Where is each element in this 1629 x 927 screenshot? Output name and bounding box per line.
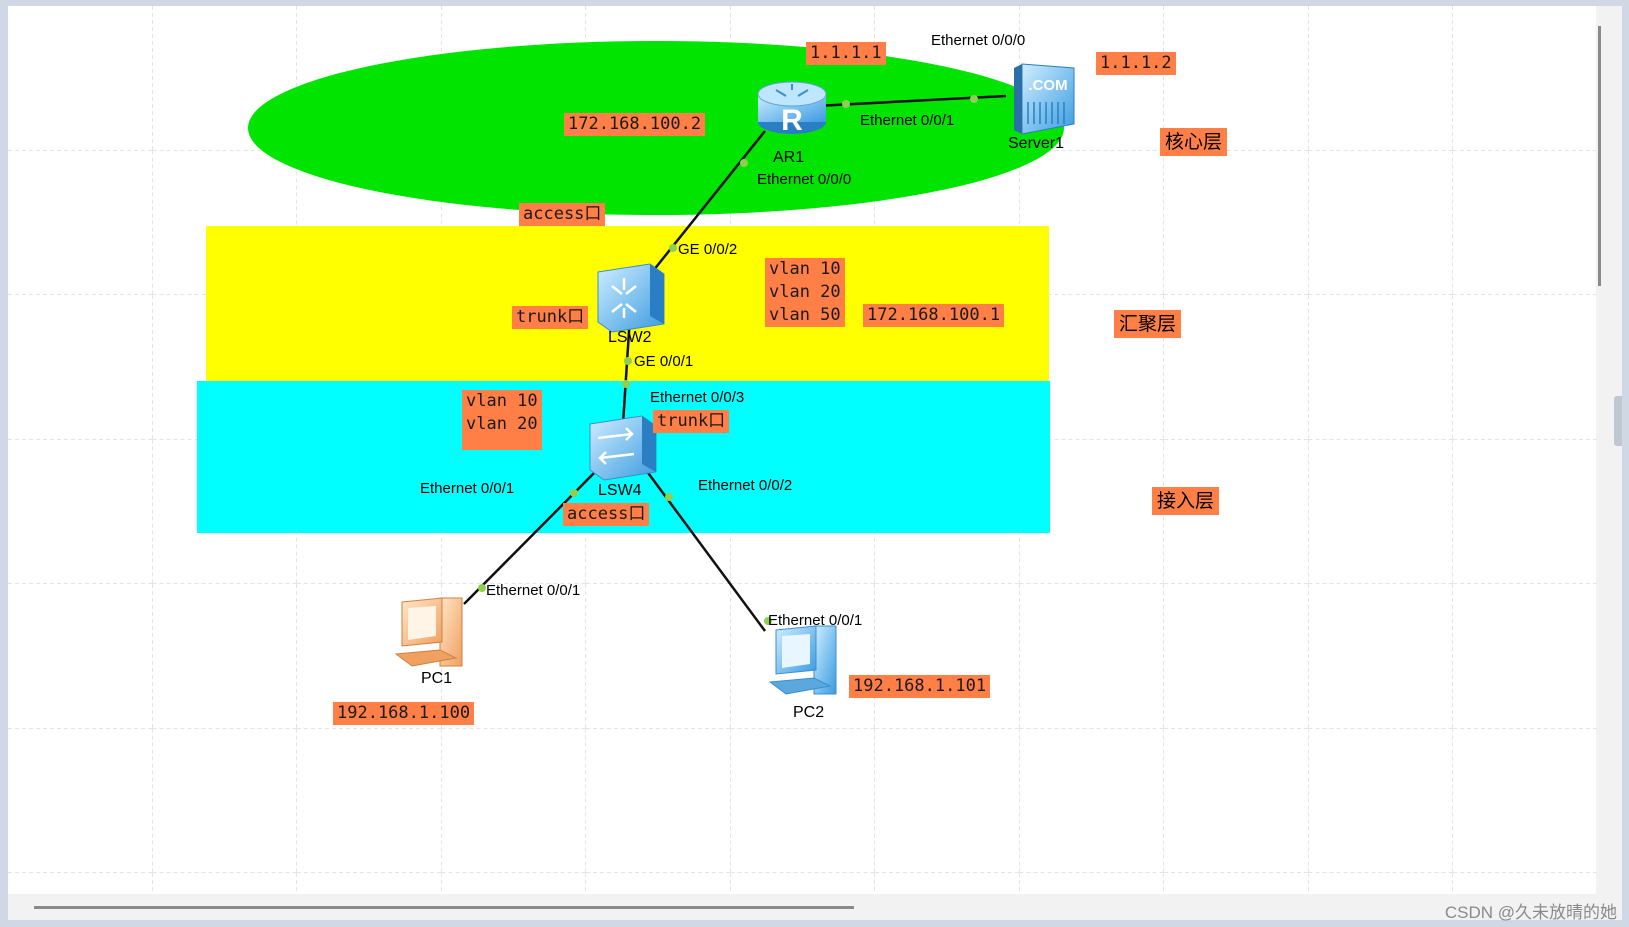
port-label-lsw4-e003: Ethernet 0/0/3 [650, 389, 745, 406]
port-mode-access-bottom: access口 [563, 503, 650, 526]
port-dot [478, 584, 486, 592]
switch-icon[interactable] [589, 415, 657, 481]
vertical-scrollbar[interactable] [1596, 6, 1622, 894]
device-name-lsw4: LSW4 [598, 482, 642, 499]
app-window: R .COM Ethernet 0/0/0 Ethernet 0/0/1 Eth… [0, 0, 1629, 927]
horizontal-scroll-thumb[interactable] [34, 906, 854, 909]
layer-label-core: 核心层 [1160, 128, 1228, 156]
ip-label-lsw2: 172.168.100.1 [863, 304, 1005, 327]
port-label-ar1-e001: Ethernet 0/0/1 [860, 112, 955, 129]
port-dot [622, 380, 630, 388]
pc-icon[interactable] [768, 625, 837, 695]
svg-text:.COM: .COM [1028, 77, 1067, 94]
server-icon[interactable]: .COM [1014, 63, 1075, 135]
port-label-pc1-e001: Ethernet 0/0/1 [486, 582, 581, 599]
port-mode-trunk-lsw2: trunk口 [512, 306, 589, 329]
device-name-server1: Server1 [1008, 135, 1065, 152]
ip-label-server1: 1.1.1.2 [1096, 52, 1176, 75]
ip-label-ar1: 1.1.1.1 [806, 42, 886, 65]
port-dot [665, 493, 673, 501]
port-label-ar1-e000: Ethernet 0/0/0 [757, 171, 852, 188]
device-name-pc2: PC2 [793, 704, 825, 721]
port-label-lsw4-e002: Ethernet 0/0/2 [698, 477, 793, 494]
side-panel-toggle[interactable] [1614, 396, 1622, 446]
port-label-lsw2-ge002: GE 0/0/2 [678, 241, 738, 258]
device-name-lsw2: LSW2 [608, 329, 652, 346]
port-dot [570, 489, 578, 497]
topology-canvas[interactable]: R .COM Ethernet 0/0/0 Ethernet 0/0/1 Eth… [8, 6, 1596, 894]
device-name-pc1: PC1 [421, 670, 453, 687]
ip-label-pc2: 192.168.1.101 [849, 675, 991, 698]
port-mode-access-top: access口 [519, 203, 606, 226]
port-label-lsw4-e001: Ethernet 0/0/1 [420, 480, 515, 497]
port-label-pc2-e001: Ethernet 0/0/1 [768, 612, 863, 629]
port-label-lsw2-ge001: GE 0/0/1 [634, 353, 694, 370]
ip-label-ar1-inner: 172.168.100.2 [564, 113, 706, 136]
watermark: CSDN @久未放晴的她 [1444, 903, 1617, 922]
ip-label-pc1: 192.168.1.100 [333, 702, 475, 725]
port-dot [669, 244, 677, 252]
horizontal-scrollbar[interactable] [8, 894, 1622, 920]
svg-text:R: R [781, 104, 803, 137]
port-dot [842, 100, 850, 108]
device-name-ar1: AR1 [773, 149, 805, 166]
port-label-server-e000: Ethernet 0/0/0 [931, 32, 1026, 49]
l3-switch-icon[interactable] [597, 263, 665, 333]
port-dot [740, 159, 748, 167]
layer-label-access: 接入层 [1152, 487, 1220, 515]
port-dot [970, 95, 978, 103]
vlan-list-lsw4: vlan 10 vlan 20 [462, 390, 542, 450]
vertical-scroll-thumb[interactable] [1598, 26, 1601, 286]
vlan-list-lsw2: vlan 10 vlan 20 vlan 50 [765, 258, 845, 327]
topology-diagram: R .COM [8, 6, 1596, 894]
layer-label-aggregation: 汇聚层 [1114, 310, 1182, 338]
pc-icon[interactable] [394, 597, 463, 667]
router-icon[interactable]: R [757, 81, 827, 137]
port-mode-trunk-lsw4: trunk口 [653, 410, 730, 433]
port-dot [624, 357, 632, 365]
